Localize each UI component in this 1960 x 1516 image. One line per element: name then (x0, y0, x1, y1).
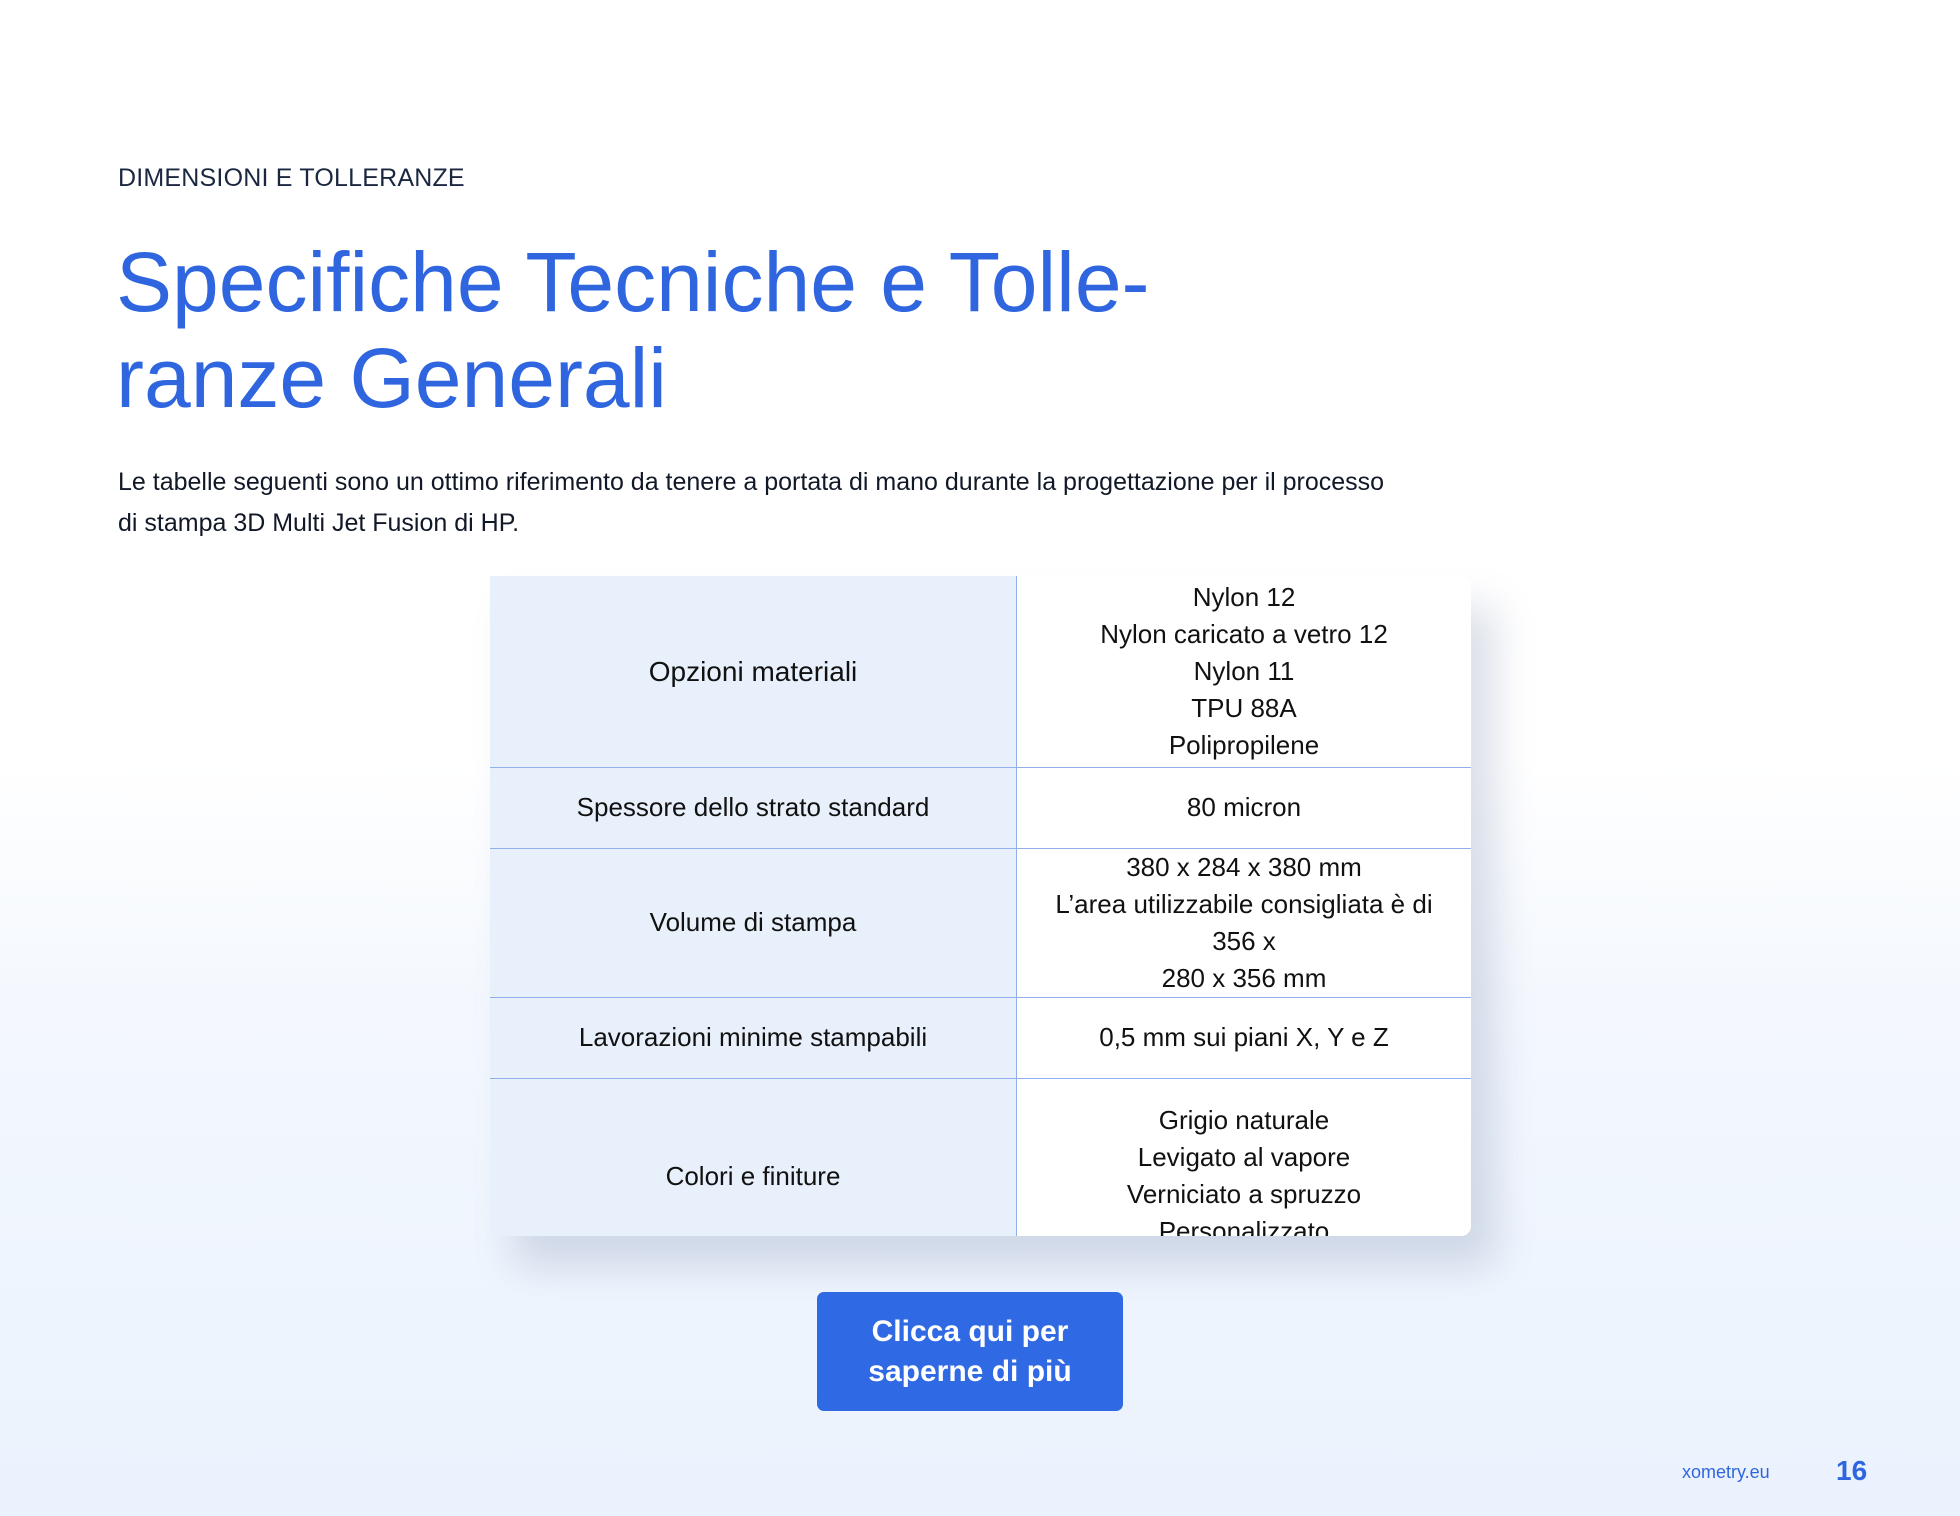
intro-paragraph: Le tabelle seguenti sono un ottimo rifer… (118, 462, 1538, 544)
finish-option: Verniciato a spruzzo (1126, 1179, 1362, 1210)
table-row: Lavorazioni minime stampabili 0,5 mm sui… (490, 997, 1471, 1079)
learn-more-line-2: saperne di più (868, 1354, 1072, 1388)
intro-line-1: Le tabelle seguenti sono un ottimo rifer… (118, 468, 1385, 496)
table-row: Spessore dello strato standard 80 micron (490, 767, 1471, 849)
learn-more-button[interactable]: Clicca qui per saperne di più (817, 1292, 1123, 1411)
finish-option: Levigato al vapore (1137, 1142, 1351, 1173)
finish-option: Grigio naturale (1158, 1105, 1330, 1136)
material-option: Nylon 11 (1193, 655, 1295, 686)
layer-thickness-value: 80 micron (1186, 792, 1302, 822)
learn-more-line-1: Clicca qui per (871, 1314, 1069, 1348)
row-label-materials: Opzioni materiali (490, 576, 1017, 768)
row-label-build-volume: Volume di stampa (490, 848, 1017, 998)
row-label-colors-finishes: Colori e finiture (490, 1078, 1017, 1236)
spec-table-card: Opzioni materiali Nylon 12 Nylon caricat… (490, 576, 1471, 1236)
row-value-build-volume: 380 x 284 x 380 mm L’area utilizzabile c… (1016, 848, 1471, 998)
build-volume-line: 280 x 356 mm (1161, 962, 1327, 993)
row-value-materials: Nylon 12 Nylon caricato a vetro 12 Nylon… (1016, 576, 1471, 768)
page-title-line-2: ranze Generali (116, 331, 667, 425)
build-volume-line: 380 x 284 x 380 mm (1126, 851, 1362, 882)
material-option: Polipropilene (1168, 729, 1320, 760)
page-title: Specifiche Tecniche e Tolle- ranze Gener… (116, 234, 1216, 426)
row-label-layer-thickness: Spessore dello strato standard (490, 767, 1017, 849)
intro-line-2: di stampa 3D Multi Jet Fusion di HP. (118, 509, 520, 537)
material-option: Nylon 12 (1192, 581, 1296, 612)
row-value-colors-finishes: Grigio naturale Levigato al vapore Verni… (1016, 1078, 1471, 1236)
table-row: Volume di stampa 380 x 284 x 380 mm L’ar… (490, 848, 1471, 998)
finish-option: Personalizzato (1158, 1216, 1330, 1236)
footer-site-link[interactable]: xometry.eu (1682, 1462, 1770, 1483)
min-features-value: 0,5 mm sui piani X, Y e Z (1099, 1022, 1389, 1052)
row-value-min-features: 0,5 mm sui piani X, Y e Z (1016, 997, 1471, 1079)
section-label: DIMENSIONI E TOLLERANZE (118, 164, 465, 192)
table-row: Colori e finiture Grigio naturale Leviga… (490, 1078, 1471, 1236)
spec-table: Opzioni materiali Nylon 12 Nylon caricat… (490, 576, 1471, 1236)
material-option: TPU 88A (1191, 692, 1297, 723)
row-label-min-features: Lavorazioni minime stampabili (490, 997, 1017, 1079)
row-value-layer-thickness: 80 micron (1016, 767, 1471, 849)
material-option: Nylon caricato a vetro 12 (1100, 618, 1388, 649)
page-title-line-1: Specifiche Tecniche e Tolle- (116, 235, 1150, 329)
page-number: 16 (1836, 1455, 1868, 1486)
table-row: Opzioni materiali Nylon 12 Nylon caricat… (490, 576, 1471, 768)
build-volume-line: L’area utilizzabile consigliata è di 356… (1055, 888, 1433, 956)
